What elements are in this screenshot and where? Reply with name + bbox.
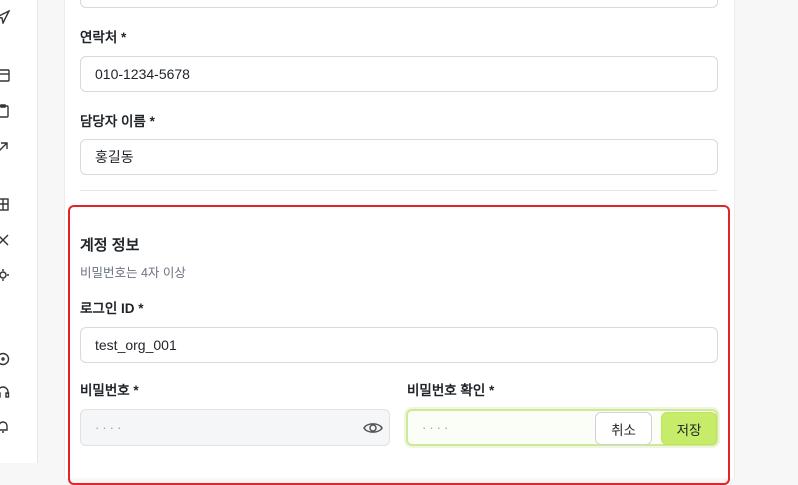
login-id-input[interactable]: test_org_001 <box>80 327 718 363</box>
building-icon[interactable] <box>0 197 10 211</box>
arrow-up-right-icon[interactable] <box>0 140 10 154</box>
previous-field-input[interactable] <box>80 0 718 8</box>
manager-name-input[interactable]: 홍길동 <box>80 139 718 175</box>
eye-icon[interactable] <box>363 419 383 437</box>
password-label: 비밀번호 * <box>80 383 139 398</box>
clipboard-icon[interactable] <box>0 104 10 118</box>
bell-icon[interactable] <box>0 420 10 434</box>
headset-icon[interactable] <box>0 385 10 399</box>
send-icon[interactable] <box>0 10 10 24</box>
account-section-title: 계정 정보 <box>80 237 140 254</box>
sidebar <box>0 0 38 463</box>
calendar-icon[interactable] <box>0 68 10 82</box>
tools-icon[interactable] <box>0 233 10 247</box>
cancel-button[interactable]: 취소 <box>595 412 652 445</box>
password-confirm-label: 비밀번호 확인 * <box>407 383 495 398</box>
login-id-label: 로그인 ID * <box>80 301 144 316</box>
password-input[interactable]: ···· <box>80 409 390 446</box>
password-hint: 비밀번호는 4자 이상 <box>80 266 186 280</box>
contact-input[interactable]: 010-1234-5678 <box>80 56 718 92</box>
gear-icon[interactable] <box>0 268 10 282</box>
divider <box>80 190 718 191</box>
manager-name-label: 담당자 이름 * <box>80 114 155 129</box>
contact-label: 연락처 * <box>80 30 127 45</box>
help-icon[interactable] <box>0 352 10 366</box>
save-button[interactable]: 저장 <box>661 412 717 445</box>
